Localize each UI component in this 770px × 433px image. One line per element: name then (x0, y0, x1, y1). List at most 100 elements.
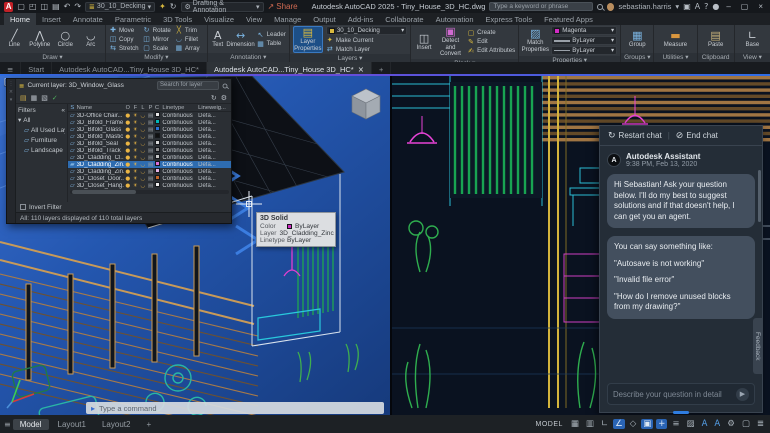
text-button[interactable]: AText (211, 30, 225, 49)
chat-scrollbar[interactable] (758, 170, 761, 222)
layer-states-icon[interactable]: ▤ (20, 94, 27, 102)
model-tab[interactable]: Model (13, 419, 49, 430)
layer-lock-icon[interactable]: ◡ (140, 183, 147, 189)
layout2-tab[interactable]: Layout2 (95, 419, 137, 430)
layer-row[interactable]: ▱3D_Bifold_Glass●☀◡▤ContinuousDefa... (68, 126, 231, 133)
col-color[interactable]: C (155, 105, 162, 111)
object-snap-icon[interactable]: ▣ (641, 419, 653, 429)
user-avatar[interactable] (607, 3, 615, 11)
username[interactable]: sebastian.harris (618, 2, 671, 11)
close-button[interactable]: × (755, 2, 766, 11)
layer-lock-icon[interactable]: ◡ (140, 120, 147, 126)
layer-color-swatch[interactable] (155, 133, 160, 138)
ribbon-tab-view[interactable]: View (240, 13, 268, 25)
layer-color-swatch[interactable] (155, 154, 160, 159)
layer-on-icon[interactable]: ● (125, 155, 132, 161)
panel-utilities-label[interactable]: Utilities ▾ (654, 53, 696, 62)
new-file-icon[interactable]: ▢ (17, 2, 25, 11)
new-layer-icon[interactable]: ▦ (31, 94, 38, 102)
ortho-mode-icon[interactable]: ∟ (599, 419, 610, 429)
layer-row[interactable]: ▱3D_Cladding_Zin...●☀◡▤ContinuousDefa... (68, 168, 231, 175)
save-icon[interactable]: ◫ (41, 2, 49, 11)
col-linetype[interactable]: Linetype (162, 105, 197, 111)
annotation-visibility-icon[interactable]: A (700, 419, 710, 429)
create-block-button[interactable]: ▢Create (467, 29, 515, 37)
chat-question-input[interactable] (613, 390, 732, 399)
ribbon-tab-manage[interactable]: Manage (268, 13, 307, 25)
layer-color-swatch[interactable] (155, 126, 160, 131)
ribbon-tab-automation[interactable]: Automation (430, 13, 480, 25)
base-view-button[interactable]: ∟Base (739, 30, 765, 49)
layer-lock-icon[interactable]: ◡ (140, 113, 147, 119)
lineweight-dropdown[interactable]: ByLayer▾ (551, 36, 617, 45)
isodraft-icon[interactable]: ◇ (628, 419, 639, 429)
layer-lock-icon[interactable]: ◡ (140, 127, 147, 133)
col-name[interactable]: Name (77, 105, 124, 111)
layer-freeze-icon[interactable]: ☀ (132, 120, 139, 126)
layer-on-icon[interactable]: ● (125, 120, 132, 126)
redo-icon[interactable]: ↷ (74, 2, 81, 11)
ribbon-tab-express-tools[interactable]: Express Tools (480, 13, 539, 25)
settings-icon[interactable]: ⚙ (221, 94, 227, 102)
leader-button[interactable]: ↖Leader (257, 31, 286, 39)
layer-lock-icon[interactable]: ◡ (140, 141, 147, 147)
line-button[interactable]: ╱Line (3, 30, 26, 49)
copy-button[interactable]: ◫Copy (109, 35, 139, 43)
autocad-logo[interactable]: A (4, 2, 13, 12)
layer-plot-icon[interactable]: ▤ (147, 148, 154, 154)
layer-color-swatch[interactable] (155, 161, 160, 166)
stretch-button[interactable]: ⇆Stretch (109, 44, 139, 52)
palette-pin-icon[interactable]: ▾ (10, 97, 13, 103)
layer-freeze-icon[interactable]: ☀ (132, 162, 139, 168)
col-plot[interactable]: P (147, 105, 154, 111)
layer-freeze-icon[interactable]: ☀ (132, 148, 139, 154)
model-space-toggle[interactable]: MODEL (535, 421, 562, 428)
layout-menu-icon[interactable]: ≡ (4, 420, 11, 429)
col-freeze[interactable]: F (132, 105, 139, 111)
search-icon[interactable] (597, 4, 603, 10)
layer-lock-icon[interactable]: ◡ (140, 155, 147, 161)
measure-button[interactable]: ▬Measure (658, 30, 692, 49)
ribbon-tab-collaborate[interactable]: Collaborate (379, 13, 429, 25)
layer-row-selected[interactable]: ▰3D_Cladding_Zin...●☀◡▤ContinuousDefa... (68, 161, 231, 168)
layer-row[interactable]: ▱3D_Bifold_Mastic●☀◡▤ContinuousDefa... (68, 133, 231, 140)
layer-on-icon[interactable]: ● (125, 148, 132, 154)
array-button[interactable]: ▦Array (175, 44, 200, 52)
polar-tracking-icon[interactable]: ∠ (613, 419, 625, 429)
filter-landscape[interactable]: ▱Landscape (18, 145, 65, 155)
minimize-button[interactable]: – (723, 2, 733, 11)
col-status[interactable]: S (69, 105, 76, 111)
ribbon-tab-parametric[interactable]: Parametric (109, 13, 157, 25)
horizontal-scrollbar[interactable] (70, 190, 229, 194)
match-properties-button[interactable]: ▨Match Properties (522, 28, 548, 53)
viewcube[interactable] (346, 82, 386, 122)
layer-plot-icon[interactable]: ▤ (147, 134, 154, 140)
layer-color-swatch[interactable] (155, 182, 160, 187)
open-file-icon[interactable]: ◰ (29, 2, 37, 11)
layer-on-icon[interactable]: ● (125, 141, 132, 147)
layer-freeze-icon[interactable]: ☀ (132, 113, 139, 119)
feedback-tab[interactable]: Feedback (753, 318, 762, 374)
ribbon-tab-add-ins[interactable]: Add-ins (342, 13, 379, 25)
invert-filter-checkbox[interactable] (20, 204, 26, 210)
layer-properties-button[interactable]: ▤Layer Properties (293, 26, 323, 53)
layer-freeze-icon[interactable]: ☀ (132, 176, 139, 182)
refresh-icon[interactable]: ↻ (211, 94, 217, 102)
selection-cycling-icon[interactable]: ▨ (685, 419, 697, 429)
layer-plot-icon[interactable]: ▤ (147, 113, 154, 119)
paste-button[interactable]: ▤Paste (703, 30, 729, 49)
restore-button[interactable]: ▢ (738, 2, 752, 11)
ribbon-tab-annotate[interactable]: Annotate (67, 13, 109, 25)
col-lineweight[interactable]: Lineweig... (198, 105, 230, 111)
layer-plot-icon[interactable]: ▤ (147, 141, 154, 147)
layer-color-swatch[interactable] (155, 119, 160, 124)
rotate-button[interactable]: ↻Rotate (143, 26, 171, 34)
new-layout-button[interactable]: + (139, 419, 158, 430)
layer-freeze-icon[interactable]: ☀ (132, 134, 139, 140)
layer-plot-icon[interactable]: ▤ (147, 169, 154, 175)
table-button[interactable]: ▦Table (257, 40, 286, 48)
dimension-button[interactable]: ↔Dimension (228, 30, 254, 49)
layer-color-swatch[interactable] (155, 175, 160, 180)
panel-resize-handle[interactable] (673, 411, 689, 414)
layer-freeze-icon[interactable]: ☀ (132, 155, 139, 161)
